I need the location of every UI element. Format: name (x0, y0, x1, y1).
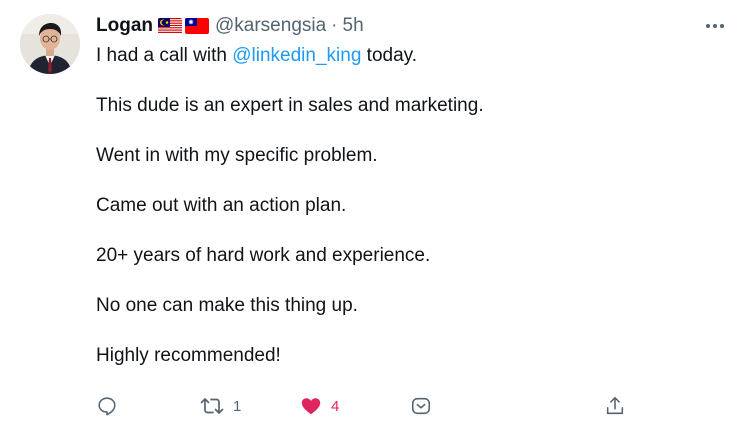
share-button[interactable] (410, 392, 432, 420)
tweet-time[interactable]: 5h (343, 14, 364, 38)
tweet-line-1: I had a call with @linkedin_king today. (96, 44, 716, 68)
mention-link[interactable]: @linkedin_king (232, 45, 361, 66)
author-handle[interactable]: @karsengsia (215, 14, 326, 38)
upload-icon (606, 396, 624, 415)
reply-icon (98, 397, 116, 416)
like-count: 4 (331, 397, 340, 415)
retweet-button[interactable]: 1 (200, 392, 241, 420)
share-icon (411, 397, 431, 415)
tweet-line-4: Came out with an action plan. (96, 195, 347, 216)
text-segment: today. (361, 45, 418, 66)
separator-dot: · (331, 15, 338, 36)
like-button[interactable]: 4 (300, 392, 339, 420)
reply-button[interactable] (96, 392, 118, 420)
heart-icon (301, 398, 321, 415)
tweet-line-2: This dude is an expert in sales and mark… (96, 95, 484, 116)
tweet-line-6: No one can make this thing up. (96, 295, 358, 316)
taiwan-flag-icon (185, 18, 209, 34)
tweet-line-5: 20+ years of hard work and experience. (96, 245, 431, 266)
tweet-line-3: Went in with my specific problem. (96, 145, 378, 166)
tweet-text: I had a call with @linkedin_king today. … (96, 44, 716, 394)
more-icon[interactable] (703, 16, 727, 36)
tweet-actions: 1 4 (96, 392, 636, 420)
text-segment: I had a call with (96, 45, 233, 66)
author-name[interactable]: Logan (96, 14, 153, 38)
malaysia-flag-icon (158, 18, 182, 34)
tweet-header: Logan @karsengsia · 5h (96, 14, 364, 38)
upload-button[interactable] (604, 392, 626, 420)
tweet-line-7: Highly recommended! (96, 345, 281, 366)
avatar[interactable] (20, 14, 80, 74)
retweet-icon (200, 398, 224, 414)
tweet-card: Logan @karsengsia · 5h I had a call with… (0, 0, 741, 436)
retweet-count: 1 (233, 397, 242, 415)
